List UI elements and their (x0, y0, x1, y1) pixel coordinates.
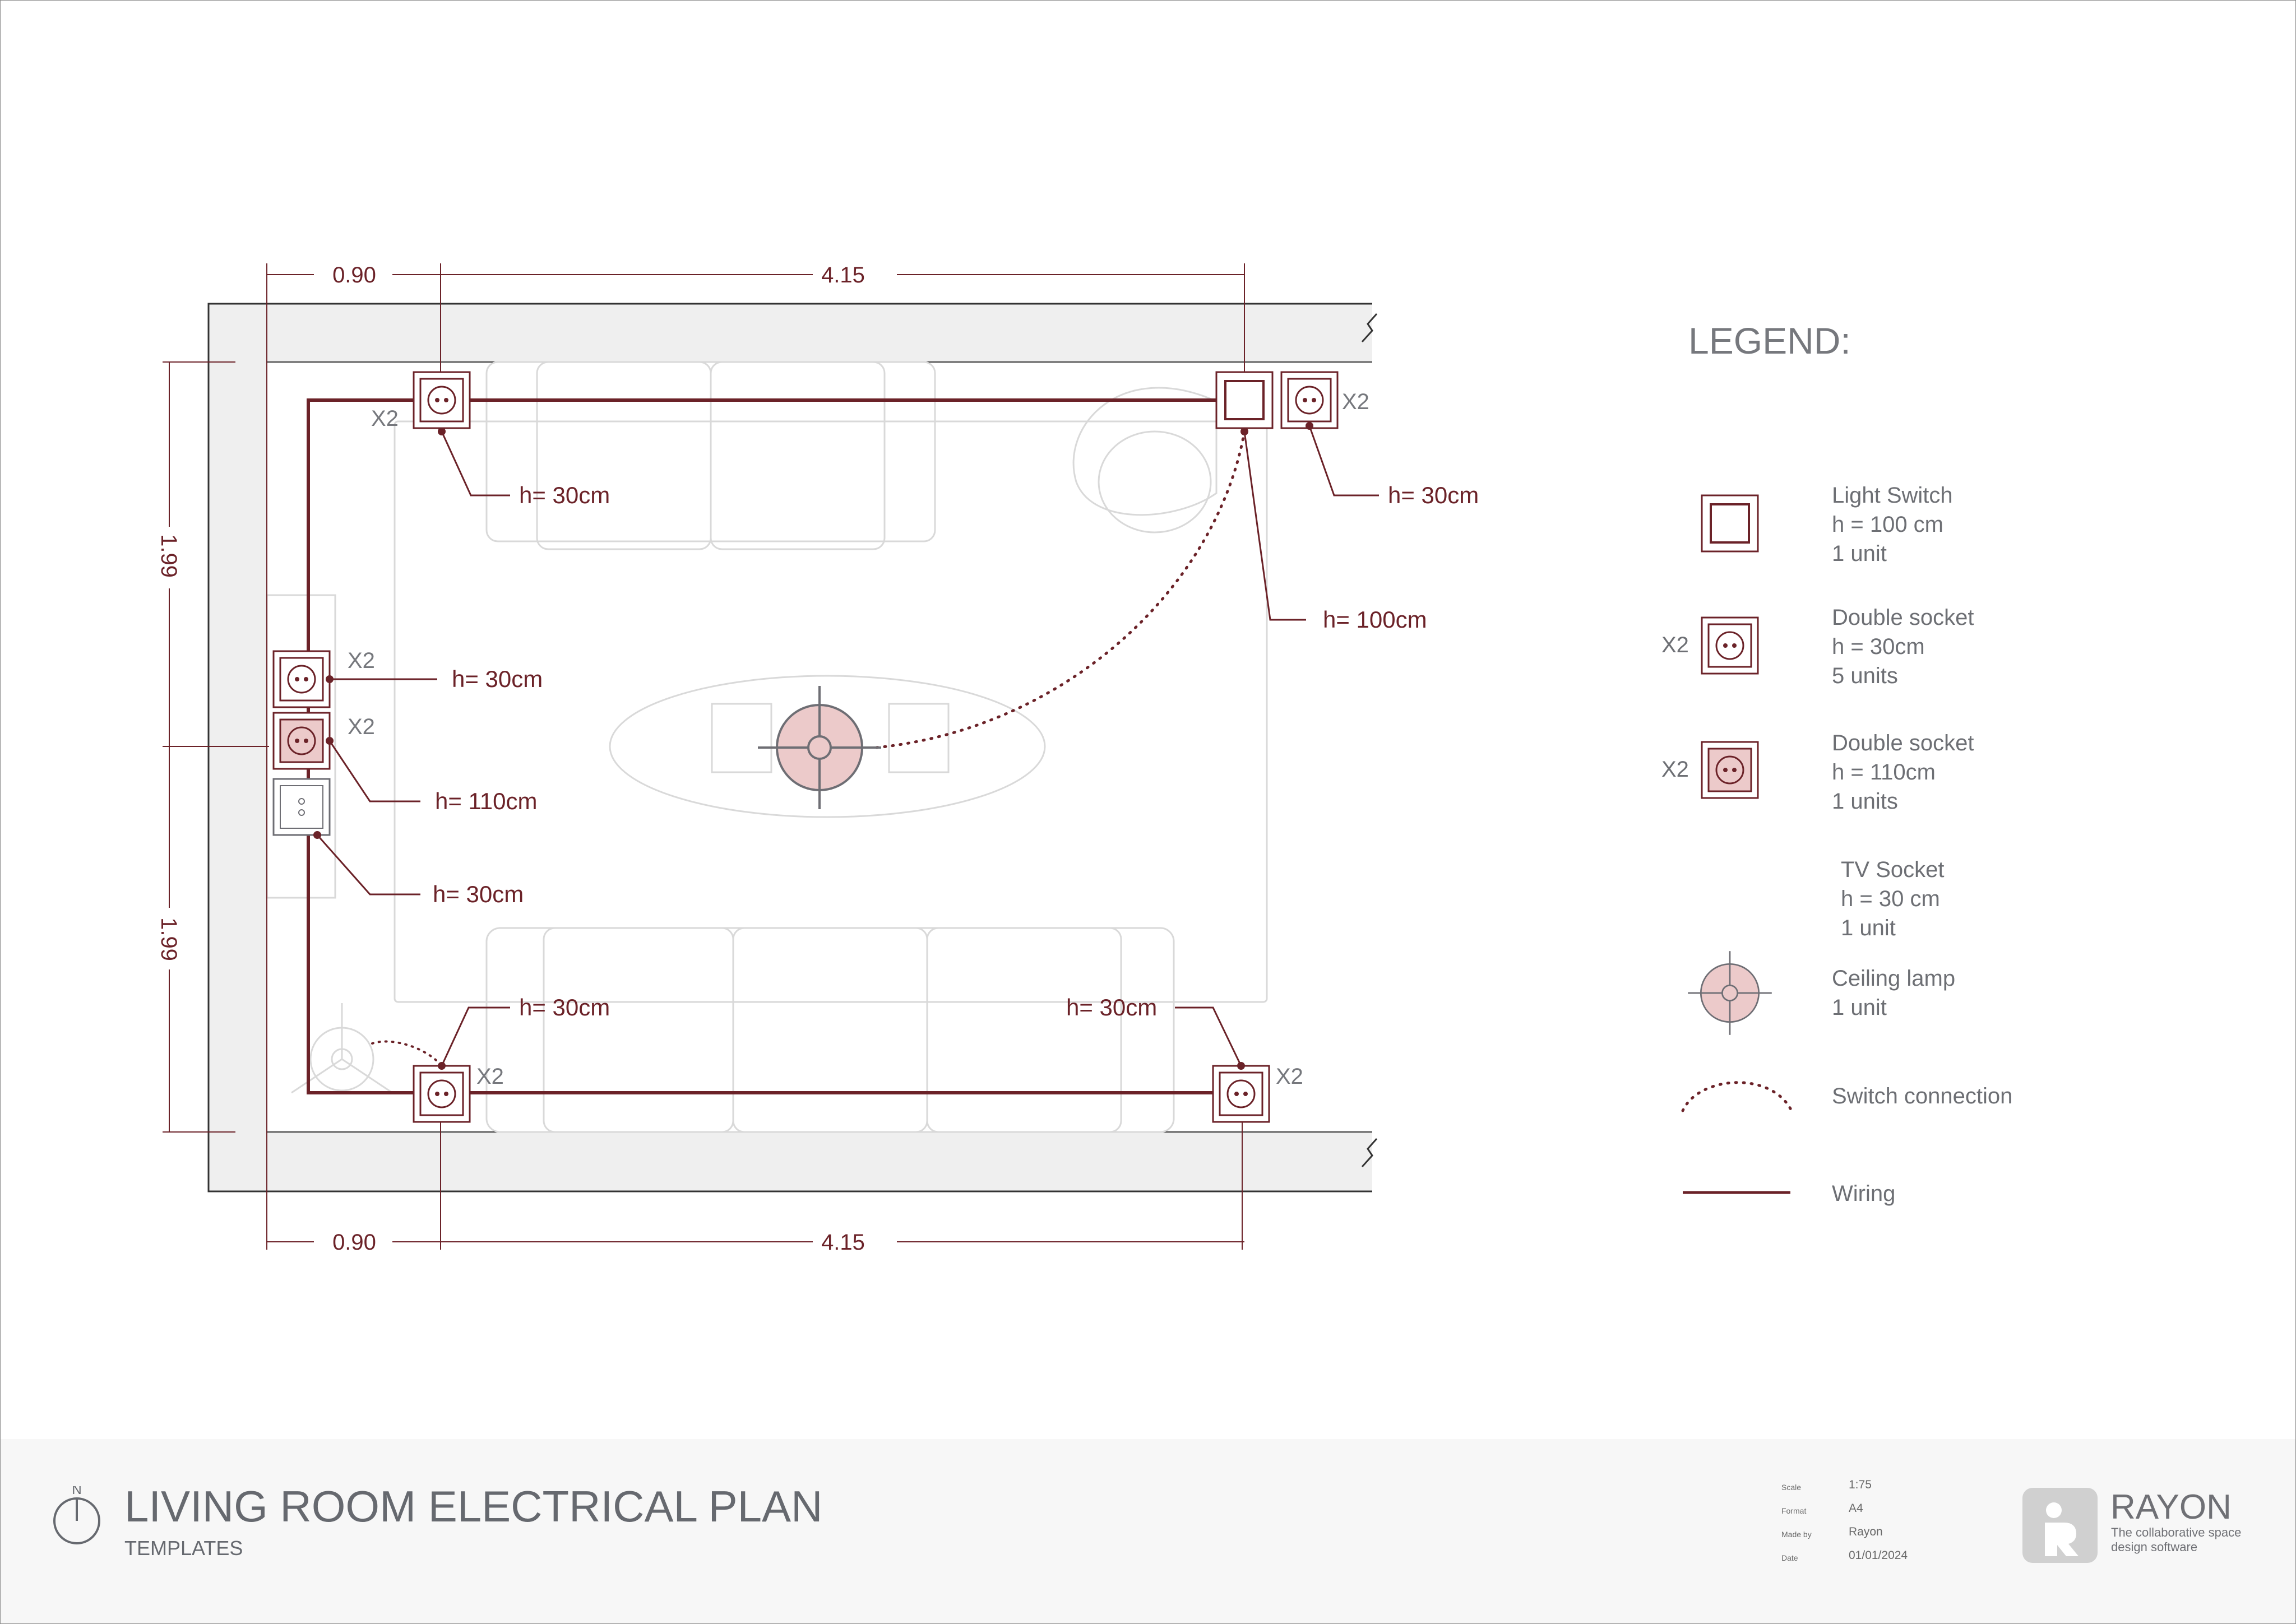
count-left-2: X2 (348, 714, 375, 739)
meta-format-label: Format (1781, 1506, 1807, 1515)
legend-item-light-switch: Light Switch h = 100 cm 1 unit (1832, 483, 1953, 566)
dim-top-left: 0.90 (332, 263, 376, 287)
rayon-logo-icon (2022, 1488, 2098, 1563)
legend-item-switch-connection: Switch connection (1832, 1084, 2013, 1108)
count-bottom-left: X2 (476, 1064, 504, 1089)
drawing-title: LIVING ROOM ELECTRICAL PLAN (124, 1482, 823, 1531)
legend-light-switch-icon (1701, 494, 1759, 553)
count-left-1: X2 (348, 648, 375, 673)
meta-format-value: A4 (1849, 1502, 1863, 1515)
svg-text:N: N (72, 1486, 81, 1497)
legend-item-double-socket: Double socket h = 30cm 5 units (1832, 605, 1974, 688)
meta-date-label: Date (1781, 1553, 1798, 1562)
legend-item-wiring: Wiring (1832, 1181, 1896, 1206)
legend-item-tv-socket: TV Socket h = 30 cm 1 unit (1841, 857, 1945, 940)
north-arrow: N (52, 1482, 102, 1548)
meta-scale-value: 1:75 (1849, 1478, 1872, 1491)
meta-made-by-label: Made by (1781, 1530, 1812, 1539)
north-arrow-icon: N (53, 1482, 100, 1544)
legend-double-socket-icon (1701, 616, 1759, 675)
socket-left-1-icon[interactable] (272, 650, 331, 708)
meta-scale-label: Scale (1781, 1483, 1802, 1492)
label-tv-height: h= 30cm (433, 881, 524, 907)
brand-tagline: The collaborative space design software (2111, 1525, 2242, 1554)
socket-left-2-icon[interactable] (272, 712, 331, 770)
dim-bottom-right: 4.15 (821, 1230, 865, 1255)
label-top-right-height: h= 30cm (1388, 482, 1479, 508)
legend-prefix-socket-filled: X2 (1661, 757, 1689, 782)
brand-name: RAYON (2110, 1488, 2232, 1526)
label-left-1-height: h= 30cm (452, 666, 543, 692)
count-top-right: X2 (1342, 389, 1369, 414)
count-top-left: X2 (371, 406, 399, 431)
legend-item-double-socket-110: Double socket h = 110cm 1 units (1832, 731, 1974, 814)
label-switch-height: h= 100cm (1323, 606, 1427, 633)
dim-top-right: 4.15 (821, 263, 865, 287)
light-switch-icon[interactable] (1215, 371, 1274, 429)
dim-bottom-left: 0.90 (332, 1230, 376, 1255)
socket-top-left-icon[interactable] (413, 371, 471, 429)
socket-top-right-icon[interactable] (1280, 371, 1339, 429)
label-bottom-left-height: h= 30cm (519, 994, 610, 1020)
drawing-subtitle: TEMPLATES (124, 1537, 243, 1560)
legend-switch-connection-icon (1681, 1081, 1793, 1112)
dim-left-lower: 1.99 (156, 917, 181, 961)
switch-connection-path (875, 430, 1246, 749)
legend-item-ceiling-lamp: Ceiling lamp 1 unit (1832, 966, 1956, 1020)
ceiling-lamp-icon[interactable] (757, 685, 882, 810)
label-top-left-height: h= 30cm (519, 482, 610, 508)
socket-bottom-left-icon[interactable] (413, 1065, 471, 1123)
meta-date-value: 01/01/2024 (1849, 1549, 1908, 1562)
dim-left-upper: 1.99 (156, 534, 181, 578)
legend-title: LEGEND: (1688, 320, 1851, 361)
floor-plan: 0.90 4.15 0.90 4.15 1.99 1.99 h= 30cm h=… (156, 262, 1793, 1255)
label-left-2-height: h= 110cm (435, 788, 538, 814)
count-bottom-right: X2 (1276, 1064, 1303, 1089)
plant-switch-connection (371, 1040, 442, 1066)
label-bottom-right-height: h= 30cm (1066, 994, 1157, 1020)
tv-socket-icon[interactable] (272, 778, 331, 836)
socket-bottom-right-icon[interactable] (1212, 1065, 1270, 1123)
legend-prefix-socket: X2 (1661, 633, 1689, 657)
legend-ceiling-lamp-icon (1687, 950, 1773, 1036)
legend-double-socket-filled-icon (1701, 741, 1759, 799)
meta-made-by-value: Rayon (1849, 1525, 1883, 1538)
